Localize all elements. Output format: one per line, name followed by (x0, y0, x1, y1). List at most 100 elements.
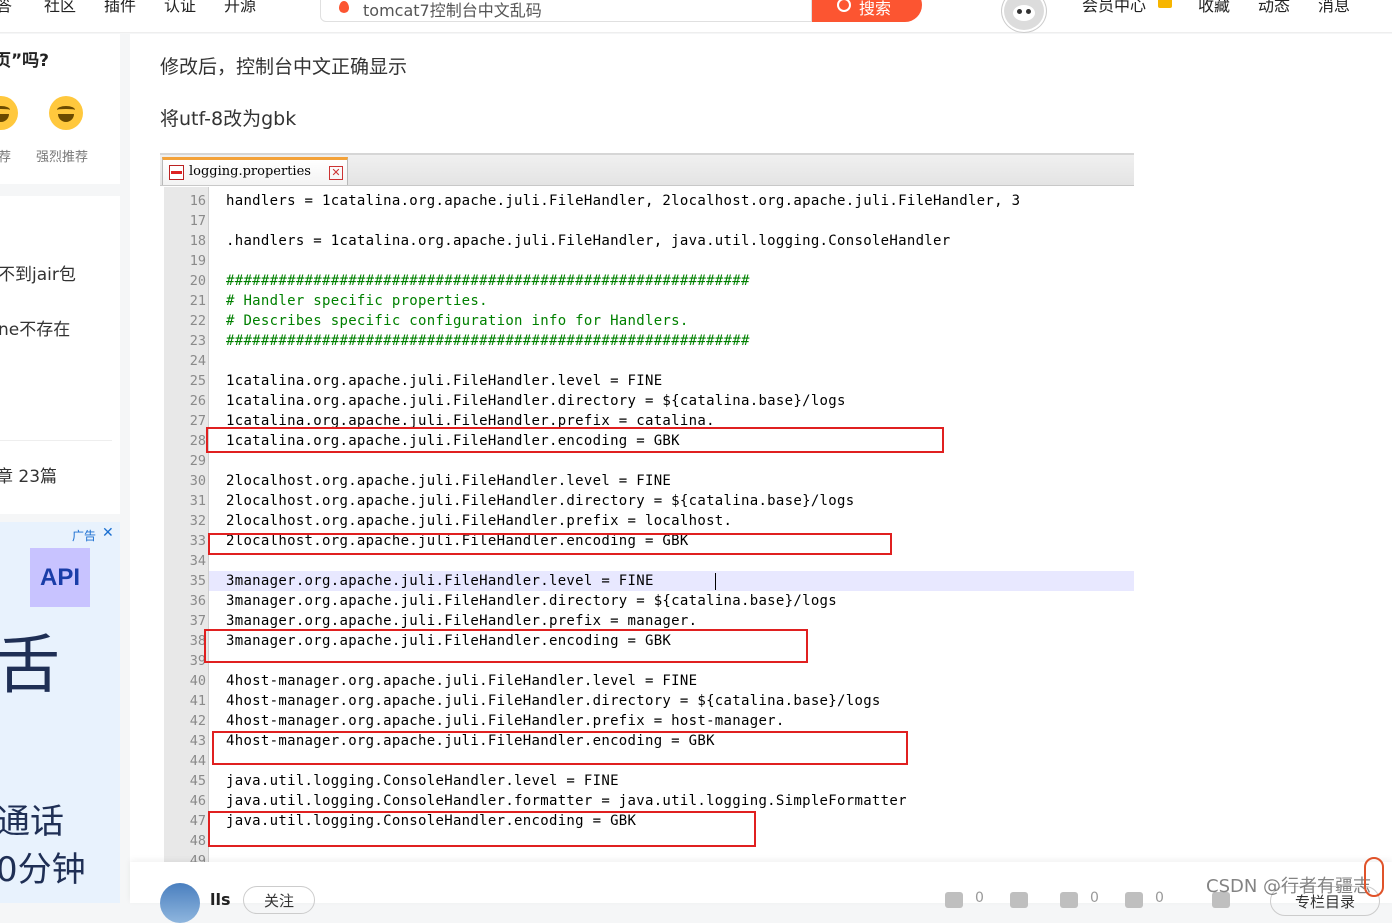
ad-big-text: 舌 (0, 629, 60, 703)
line-number: 24 (189, 353, 206, 369)
like-count: 0 (975, 890, 984, 906)
highlight-box (212, 731, 908, 765)
line-number: 39 (189, 653, 206, 669)
search-button[interactable]: 搜索 (812, 0, 922, 22)
code-line: 4host-manager.org.apache.juli.FileHandle… (226, 693, 881, 709)
text-caret (715, 573, 716, 590)
line-number: 47 (189, 813, 206, 829)
author-avatar[interactable] (160, 883, 200, 923)
csdn-badge-icon[interactable] (1364, 857, 1384, 897)
line-number: 41 (189, 693, 206, 709)
highlight-box (204, 629, 808, 663)
line-number: 18 (189, 233, 206, 249)
editor-tabbar: logging.properties ✕ (160, 155, 1134, 186)
line-number: 26 (189, 393, 206, 409)
code-line: ########################################… (226, 273, 750, 289)
line-number: 45 (189, 773, 206, 789)
emoji-strongly-recommend-icon[interactable] (49, 96, 83, 130)
line-number: 20 (189, 273, 206, 289)
line-number: 19 (189, 253, 206, 269)
ad-banner[interactable]: 广告 ✕ API 舌 通话 0分钟 (0, 522, 120, 903)
dislike-icon[interactable] (1010, 892, 1028, 908)
line-number: 42 (189, 713, 206, 729)
editor-screenshot: logging.properties ✕ 16 17 18 19 20 21 22 23 24 2… (160, 153, 1134, 864)
comment-icon[interactable] (1060, 892, 1078, 908)
nav-favorites[interactable]: 收藏 (1198, 0, 1230, 16)
line-number: 31 (189, 493, 206, 509)
reactions-title: 页”吗? (0, 51, 50, 71)
article-paragraph: 修改后，控制台中文正确显示 (160, 56, 408, 78)
ad-text-line: 0分钟 (0, 850, 86, 890)
nav-item-certification[interactable]: 认证 (164, 0, 196, 16)
avatar-eye (1017, 9, 1022, 14)
hot-flame-icon (339, 1, 349, 13)
line-number: 32 (189, 513, 206, 529)
code-line: # Describes specific configuration info … (226, 313, 689, 329)
api-logo: API (30, 548, 90, 607)
code-line: 3manager.org.apache.juli.FileHandler.lev… (226, 573, 654, 589)
related-link[interactable]: ne不存在 (0, 315, 70, 340)
line-number: 33 (189, 533, 206, 549)
line-number: 28 (189, 433, 206, 449)
line-number: 40 (189, 673, 206, 689)
code-line: 4host-manager.org.apache.juli.FileHandle… (226, 673, 698, 689)
line-number: 17 (189, 213, 206, 229)
ad-label: 广告 (72, 529, 97, 543)
line-number: 46 (189, 793, 206, 809)
star-count: 0 (1155, 890, 1164, 906)
nav-messages[interactable]: 消息 (1318, 0, 1350, 16)
line-number-gutter: 16 17 18 19 20 21 22 23 24 25 26 27 28 29 30 31 32 33 34 35… (164, 187, 209, 864)
line-number: 34 (189, 553, 206, 569)
emoji-recommend-icon[interactable] (0, 96, 18, 130)
user-avatar[interactable] (1002, 0, 1046, 32)
code-line: 2localhost.org.apache.juli.FileHandler.p… (226, 513, 733, 529)
code-line: 1catalina.org.apache.juli.FileHandler.di… (226, 393, 846, 409)
line-number: 36 (189, 593, 206, 609)
search-icon (837, 0, 851, 12)
article-paragraph: 将utf-8改为gbk (160, 108, 297, 130)
author-name[interactable]: lls (210, 890, 231, 909)
gift-icon (1158, 0, 1172, 8)
code-line: java.util.logging.ConsoleHandler.level =… (226, 773, 619, 789)
close-icon: ✕ (329, 166, 343, 180)
line-number: 38 (189, 633, 206, 649)
related-link[interactable]: 不到jair包 (0, 260, 76, 285)
highlight-box (208, 811, 756, 847)
avatar-eye (1026, 9, 1031, 14)
nav-item-community[interactable]: 社区 (44, 0, 76, 16)
like-icon[interactable] (945, 892, 963, 908)
related-card: 不到jair包 ne不存在 章 23篇 (0, 196, 120, 514)
code-line: handlers = 1catalina.org.apache.juli.Fil… (226, 193, 1021, 209)
comment-count: 0 (1090, 890, 1099, 906)
line-number: 25 (189, 373, 206, 389)
code-line: java.util.logging.ConsoleHandler.formatt… (226, 793, 907, 809)
article-count: 章 23篇 (0, 467, 58, 487)
highlight-box (208, 533, 892, 555)
code-line: .handlers = 1catalina.org.apache.juli.Fi… (226, 233, 951, 249)
line-number: 22 (189, 313, 206, 329)
nav-item-qa[interactable]: 答 (0, 0, 12, 16)
reactions-card: 页”吗? 荐 强烈推荐 (0, 34, 120, 184)
close-icon[interactable]: ✕ (102, 525, 114, 541)
search-input[interactable]: tomcat7控制台中文乱码 (320, 0, 812, 22)
nav-item-plugins[interactable]: 插件 (104, 0, 136, 16)
reaction-label: 荐 (0, 150, 12, 165)
code-line: 3manager.org.apache.juli.FileHandler.pre… (226, 613, 698, 629)
line-number: 37 (189, 613, 206, 629)
line-number: 16 (189, 193, 206, 209)
code-line: 3manager.org.apache.juli.FileHandler.dir… (226, 593, 838, 609)
ad-text-line: 通话 (0, 802, 64, 842)
tab-label: logging.properties (189, 164, 311, 179)
follow-button[interactable]: 关注 (243, 886, 315, 914)
code-line: 4host-manager.org.apache.juli.FileHandle… (226, 713, 785, 729)
star-icon[interactable] (1125, 892, 1143, 908)
line-number: 48 (189, 833, 206, 849)
avatar-face (1013, 5, 1035, 21)
top-navbar: 答 社区 插件 认证 开源 tomcat7控制台中文乱码 搜索 会员中心 收藏 … (0, 0, 1392, 33)
csdn-watermark: CSDN @行者有疆志 (1206, 876, 1372, 897)
nav-vip-center[interactable]: 会员中心 (1082, 0, 1146, 16)
nav-item-opensource[interactable]: 开源 (224, 0, 256, 16)
line-number: 35 (189, 573, 206, 589)
nav-activity[interactable]: 动态 (1258, 0, 1290, 16)
code-line: 2localhost.org.apache.juli.FileHandler.l… (226, 473, 672, 489)
